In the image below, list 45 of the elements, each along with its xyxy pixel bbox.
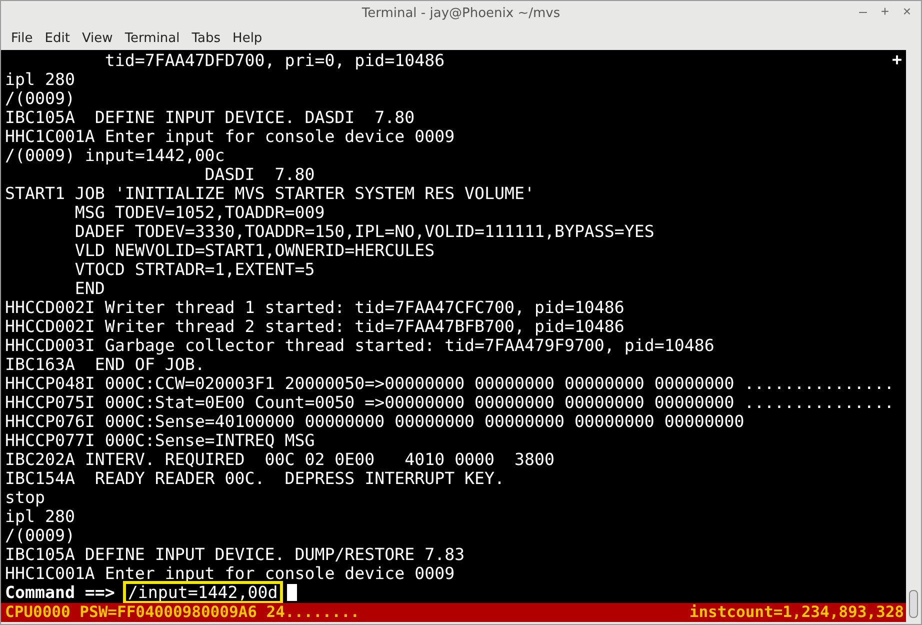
terminal-line: MSG TODEV=1052,TOADDR=009 <box>74 203 325 222</box>
terminal-line: HHCCD003I Garbage collector thread started: tid=7FAA479F9700, pid=10486 <box>5 336 714 355</box>
terminal-line: tid=7FAA47DFD700, pri=0, pid=10486 <box>104 51 445 70</box>
terminal-line: HHCCD002I Writer thread 1 started: tid=7FAA47CFC700, pid=10486 <box>5 298 624 317</box>
window-control-button[interactable]: × <box>897 3 917 19</box>
terminal-line: /(0009) <box>5 526 75 545</box>
terminal-line: IBC163A END OF JOB. <box>5 355 205 374</box>
terminal-line: stop <box>5 488 45 507</box>
scroll-thumb[interactable] <box>909 590 918 618</box>
command-input[interactable]: /input=1442,00d <box>124 583 281 602</box>
terminal-line: VLD NEWVOLID=START1,OWNERID=HERCULES <box>74 241 435 260</box>
terminal-line: IBC105A DEFINE INPUT DEVICE. DUMP/RESTORE 7.83 <box>5 545 465 564</box>
terminal-line: /(0009) <box>5 89 75 108</box>
terminal-line: HHCCP075I 000C:Stat=0E00 Count=0050 =>00000000 00000000 00000000 00000000 ............... <box>5 393 894 412</box>
menu-item[interactable]: Tabs <box>186 30 227 46</box>
menu-item[interactable]: File <box>5 30 39 46</box>
window-control-button[interactable]: – <box>853 3 873 19</box>
terminal-line: IBC202A INTERV. REQUIRED 00C 02 0E00 4010 0000 3800 <box>5 450 554 469</box>
terminal-line: VTOCD STRTADR=1,EXTENT=5 <box>74 260 315 279</box>
terminal-line: HHC1C001A Enter input for console device 0009 <box>5 564 455 583</box>
command-prompt: Command ==> <box>5 583 116 602</box>
menu-item[interactable]: Terminal <box>118 30 186 46</box>
terminal-line: END <box>74 279 105 298</box>
terminal-line: START1 JOB 'INITIALIZE MVS STARTER SYSTEM RES VOLUME' <box>5 184 534 203</box>
terminal-line: HHCCP048I 000C:CCW=020003F1 20000050=>00000000 00000000 00000000 00000000 ............... <box>5 374 894 393</box>
terminal-line: IBC154A READY READER 00C. DEPRESS INTERRUPT KEY. <box>5 469 505 488</box>
terminal-line: ipl 280 <box>5 70 75 89</box>
terminal-line: DADEF TODEV=3330,TOADDR=150,IPL=NO,VOLID=111111,BYPASS=YES <box>74 222 654 241</box>
terminal-line: IBC105A DEFINE INPUT DEVICE. DASDI 7.80 <box>5 108 415 127</box>
window-title: Terminal - jay@Phoenix ~/mvs <box>362 6 560 21</box>
corner-mark: + <box>892 50 902 69</box>
terminal-line: HHCCP076I 000C:Sense=40100000 00000000 00000000 00000000 00000000 00000000 <box>5 412 744 431</box>
menu-item[interactable]: View <box>76 30 119 46</box>
terminal-line: HHCCP077I 000C:Sense=INTREQ MSG <box>5 431 315 450</box>
menu-item[interactable]: Edit <box>38 30 76 46</box>
terminal-line: /(0009) input=1442,00c <box>5 146 225 165</box>
window-control-button[interactable]: + <box>875 3 895 19</box>
instruction-count: instcount=1,234,893,328 <box>689 603 904 622</box>
text-cursor <box>286 584 297 601</box>
terminal-line: DASDI 7.80 <box>204 165 315 184</box>
terminal-line: ipl 280 <box>5 507 75 526</box>
terminal-line: HHCCD002I Writer thread 2 started: tid=7FAA47BFB700, pid=10486 <box>5 317 624 336</box>
menu-item[interactable]: Help <box>226 30 268 46</box>
cpu-status: CPU0000 PSW=FF04000980009A6 24........ <box>5 603 360 622</box>
terminal-line: HHC1C001A Enter input for console device 0009 <box>5 127 455 146</box>
